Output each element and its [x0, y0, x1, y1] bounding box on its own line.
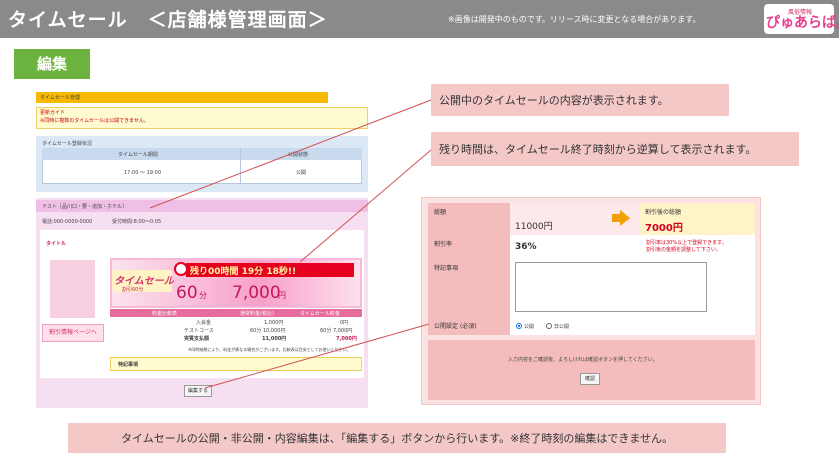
- line-callout-1: [149, 99, 432, 209]
- callout-lines: [149, 99, 432, 389]
- line-callout-3: [204, 323, 430, 389]
- line-callout-2: [299, 149, 432, 263]
